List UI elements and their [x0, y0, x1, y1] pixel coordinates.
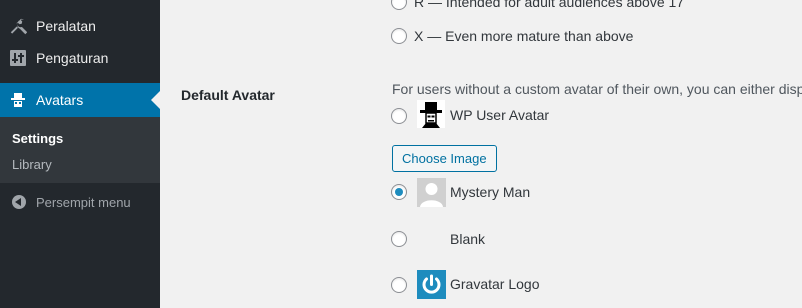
- settings-sliders-icon: [0, 50, 36, 66]
- avatar-option-wp-user-radio[interactable]: [391, 108, 407, 124]
- rating-x-label: X — Even more mature than above: [414, 28, 634, 44]
- admin-sidebar: Peralatan Pengaturan Avatars Settings Li…: [0, 0, 160, 308]
- default-avatar-description: For users without a custom avatar of the…: [392, 81, 802, 97]
- sidebar-item-label: Pengaturan: [36, 50, 109, 66]
- sidebar-item-peralatan[interactable]: Peralatan: [0, 9, 160, 43]
- sidebar-item-label: Peralatan: [36, 18, 96, 34]
- sidebar-item-avatars[interactable]: Avatars: [0, 83, 160, 117]
- avatar-option-gravatar-radio[interactable]: [391, 277, 407, 293]
- gravatar-logo-icon: [417, 270, 446, 299]
- rating-r-radio[interactable]: [391, 0, 407, 10]
- default-avatar-heading: Default Avatar: [181, 87, 275, 103]
- sidebar-item-pengaturan[interactable]: Pengaturan: [0, 41, 160, 75]
- gravatar-logo-label: Gravatar Logo: [450, 276, 540, 292]
- settings-content: R — Intended for adult audiences above 1…: [160, 0, 802, 308]
- collapse-arrow-icon: [12, 195, 26, 209]
- choose-image-button[interactable]: Choose Image: [392, 145, 497, 172]
- active-indicator-arrow: [151, 91, 160, 109]
- avatars-submenu: Settings Library: [0, 117, 160, 183]
- avatar-option-blank-radio[interactable]: [391, 231, 407, 247]
- avatar-option-mystery-man-radio[interactable]: [391, 184, 407, 200]
- submenu-item-library[interactable]: Library: [12, 157, 52, 172]
- mystery-man-label: Mystery Man: [450, 184, 531, 200]
- collapse-menu-button[interactable]: Persempit menu: [0, 190, 160, 214]
- rating-x-radio[interactable]: [391, 28, 407, 44]
- wp-user-avatar-icon: [417, 100, 445, 128]
- collapse-menu-label: Persempit menu: [36, 194, 131, 210]
- wrench-icon: [0, 17, 36, 35]
- avatar-hat-icon: [0, 92, 36, 108]
- rating-r-label: R — Intended for adult audiences above 1…: [414, 0, 685, 10]
- mystery-man-avatar-icon: [417, 178, 446, 207]
- submenu-item-settings[interactable]: Settings: [12, 131, 63, 146]
- wp-user-avatar-label: WP User Avatar: [450, 107, 550, 123]
- blank-label: Blank: [450, 231, 486, 247]
- sidebar-item-label: Avatars: [36, 92, 84, 108]
